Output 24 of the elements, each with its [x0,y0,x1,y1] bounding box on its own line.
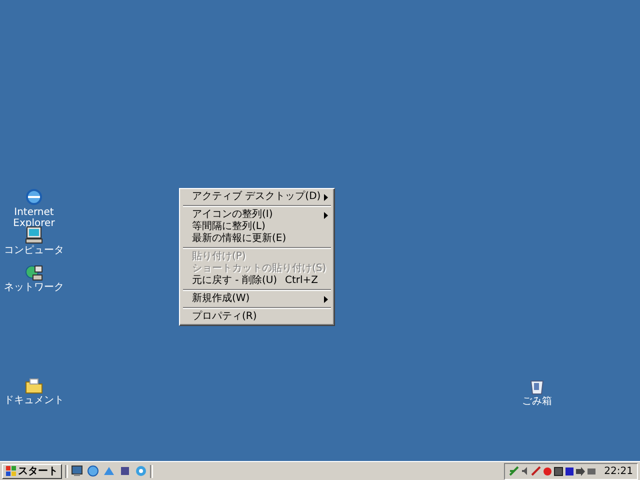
desktop-icon[interactable] [71,465,83,477]
menu-item[interactable]: 等間隔に整列(L) [182,221,332,233]
computer-icon[interactable] [25,226,43,244]
desktop-icon-label[interactable]: ドキュメント [4,395,64,406]
browser-icon[interactable] [87,465,99,477]
folder-icon[interactable] [25,378,43,394]
desktop-icon-label[interactable]: ごみ箱 [522,396,552,407]
menu-item[interactable]: 最新の情報に更新(E) [182,233,332,245]
menu-item[interactable]: 新規作成(W) [182,293,332,305]
globe-computer-icon[interactable] [25,263,43,281]
speaker-icon[interactable] [521,466,530,476]
clock[interactable]: 22:21 [604,466,633,476]
start-button[interactable]: スタート [2,464,62,478]
desktop-icon-label[interactable]: コンピュータ [4,245,64,256]
arrow-icon[interactable] [576,466,586,476]
menu-item[interactable]: アイコンの整列(I) [182,209,332,221]
menu-item[interactable]: プロパティ(R) [182,311,332,323]
windows-flag-icon [6,466,16,476]
desktop-icon-label[interactable]: ネットワーク [4,282,64,293]
desktop-icon-label[interactable]: Internet Explorer [1,207,67,229]
menu-item[interactable]: 元に戻す - 削除(U) Ctrl+Z [182,275,332,287]
square-icon[interactable] [565,466,574,476]
browser-icon[interactable] [25,188,43,206]
menu-item[interactable]: アクティブ デスクトップ(D) [182,191,332,203]
